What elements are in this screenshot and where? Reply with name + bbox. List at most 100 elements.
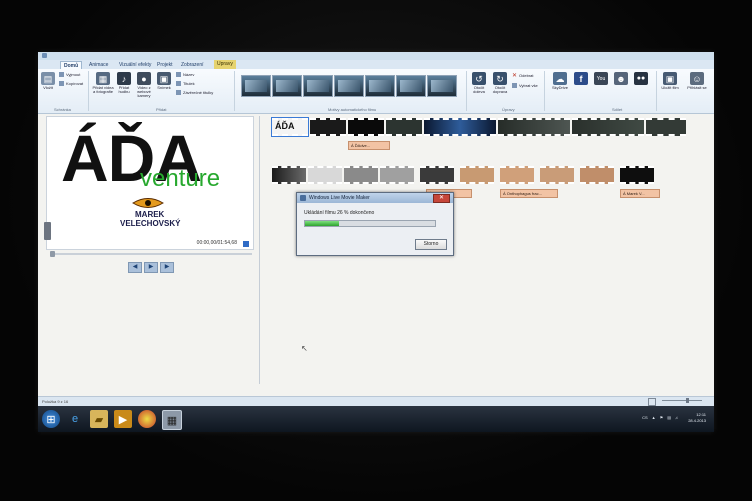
caption-button[interactable]: Titulek [176, 81, 195, 86]
zoom-slider[interactable] [662, 398, 702, 403]
sign-in-button[interactable]: ☺ Přihlásit se [686, 72, 708, 90]
flickr-button[interactable]: ●● [634, 72, 648, 86]
internet-explorer-icon[interactable]: e [66, 410, 84, 428]
next-frame-button[interactable]: ▶ [160, 262, 174, 273]
copy-button[interactable]: Kopírovat [59, 81, 83, 86]
tab-animations[interactable]: Animace [86, 61, 111, 69]
tray-expand-icon[interactable]: ▲ [652, 415, 656, 420]
theme-thumbnail[interactable] [241, 75, 271, 97]
storyboard-clip[interactable] [498, 118, 570, 136]
theme-thumbnail[interactable] [272, 75, 302, 97]
webcam-button[interactable]: ● Video z webové kamery [134, 72, 154, 98]
clipboard-group-label: Schránka [54, 107, 71, 112]
caption-tag[interactable]: Á Marek V... [620, 189, 660, 198]
tab-visual-effects[interactable]: Vizuální efekty [116, 61, 154, 69]
windows-live-groups-button[interactable]: ☻ [614, 72, 628, 86]
network-icon[interactable]: ▤ [667, 415, 671, 420]
caption-tag[interactable]: Á ĎAdve... [348, 141, 390, 150]
storyboard-view-icon[interactable] [648, 398, 656, 406]
select-all-button[interactable]: Vybrat vše [512, 83, 538, 88]
cancel-button[interactable]: Storno [415, 239, 447, 250]
storyboard-clip[interactable] [308, 166, 342, 184]
storyboard-clip[interactable] [572, 118, 644, 136]
storyboard-clip[interactable] [620, 166, 654, 184]
remove-button[interactable]: ✕ Odebrat [512, 72, 533, 79]
storyboard-clip[interactable] [380, 166, 414, 184]
seek-bar[interactable] [50, 251, 252, 257]
theme-thumbnail[interactable] [427, 75, 457, 97]
movie-maker-taskbar-icon[interactable]: ▦ [162, 410, 182, 430]
mouse-cursor-icon: ↖ [301, 344, 308, 353]
theme-thumbnail[interactable] [334, 75, 364, 97]
ribbon-divider [656, 71, 657, 111]
storyboard-clip[interactable] [540, 166, 574, 184]
save-movie-button[interactable]: ▣ Uložit film [660, 72, 680, 90]
caption-tag[interactable]: Á Onthophagus frac... [500, 189, 558, 198]
storyboard-clip[interactable] [272, 166, 306, 184]
rotate-left-button[interactable]: ↺ Otočit doleva [470, 72, 488, 94]
storyboard-clip[interactable] [580, 166, 614, 184]
storyboard-clip[interactable] [420, 166, 454, 184]
youtube-button[interactable]: You [594, 72, 608, 86]
status-item-count: Položka 9 z 16 [42, 399, 69, 404]
credits-button[interactable]: Závěrečné titulky [176, 90, 213, 95]
system-tray: CS ▲ ⚑ ▤ ♫ [642, 415, 678, 420]
snapshot-icon: ▣ [157, 72, 171, 85]
cut-button[interactable]: Vyjmout [59, 72, 80, 77]
title-button[interactable]: Název [176, 72, 194, 77]
youtube-icon: You [594, 72, 608, 85]
ribbon-divider [466, 71, 467, 111]
paste-button[interactable]: ▤ Vložit [41, 72, 55, 90]
zoom-slider-thumb[interactable] [686, 398, 689, 403]
storyboard-clip[interactable] [646, 118, 686, 136]
save-movie-icon: ▣ [663, 72, 677, 85]
movie-maker-app-icon [300, 195, 306, 201]
preview-timecode: 00:00,00/01:54,68 [196, 240, 237, 246]
storyboard-clip[interactable] [386, 118, 422, 136]
add-music-button[interactable]: ♪ Přidat hudbu [116, 72, 132, 94]
theme-thumbnail[interactable] [396, 75, 426, 97]
ribbon: ▤ Vložit Vyjmout Kopírovat Schránka ▦ Př… [38, 69, 714, 114]
preview-subtitle-text: venture [140, 165, 221, 192]
start-button-icon[interactable]: ⊞ [42, 410, 60, 428]
volume-icon[interactable]: ♫ [675, 415, 678, 420]
add-videos-button[interactable]: ▦ Přidat videa a fotografie [92, 72, 114, 94]
media-player-icon[interactable]: ▶ [114, 410, 132, 428]
storyboard-clip[interactable] [460, 166, 494, 184]
ribbon-divider [544, 71, 545, 111]
rotate-right-button[interactable]: ↻ Otočit doprava [490, 72, 510, 94]
pane-splitter[interactable] [259, 116, 260, 384]
title-icon [176, 72, 181, 77]
language-indicator[interactable]: CS [642, 415, 648, 420]
skydrive-button[interactable]: ☁ SkyDrive [549, 72, 571, 90]
webcam-icon: ● [137, 72, 151, 85]
theme-thumbnail[interactable] [365, 75, 395, 97]
play-button[interactable]: ▶ [144, 262, 158, 273]
storyboard-clip[interactable] [310, 118, 346, 136]
fullscreen-icon[interactable] [243, 241, 249, 247]
share-group-label: Sdílet [612, 107, 623, 112]
storyboard-clip[interactable] [424, 118, 496, 136]
movie-maker-window: Domů Animace Vizuální efekty Projekt Zob… [38, 52, 714, 432]
storyboard-clip[interactable] [500, 166, 534, 184]
dialog-close-button[interactable]: ✕ [433, 194, 450, 203]
previous-frame-button[interactable]: ◀ [128, 262, 142, 273]
tab-project[interactable]: Projekt [154, 61, 176, 69]
themes-group-label: Motivy automatického filmu [328, 107, 377, 112]
facebook-button[interactable]: f [574, 72, 588, 86]
taskbar-clock[interactable]: 12:11 28.4.2013 [688, 412, 706, 424]
chrome-icon[interactable] [138, 410, 156, 428]
tab-edit-context[interactable]: Upravy [214, 60, 236, 69]
storyboard-clip[interactable] [348, 118, 384, 136]
quick-access-icon[interactable] [42, 53, 47, 58]
editing-group-label: Úpravy [502, 107, 515, 112]
storyboard-clip[interactable] [344, 166, 378, 184]
flag-icon[interactable]: ⚑ [660, 415, 664, 420]
seek-knob[interactable] [50, 251, 55, 257]
theme-thumbnail[interactable] [303, 75, 333, 97]
tab-view[interactable]: Zobrazení [178, 61, 207, 69]
file-explorer-icon[interactable]: ▰ [90, 410, 108, 428]
snapshot-button[interactable]: ▣ Snímek [156, 72, 172, 90]
storyboard-clip[interactable]: ÁĎA [271, 117, 309, 137]
pane-collapse-handle[interactable] [44, 222, 51, 240]
